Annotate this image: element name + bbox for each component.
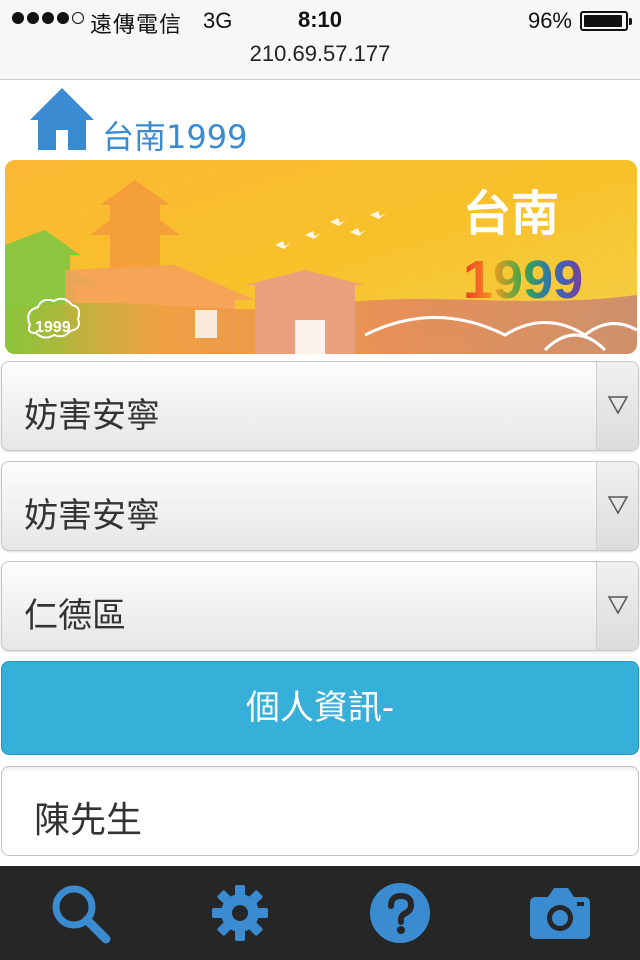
camera-icon — [530, 888, 590, 939]
battery-percent: 96% — [527, 8, 572, 33]
district-select[interactable]: 仁德區 — [1, 561, 639, 651]
url-bar[interactable]: 210.69.57.177 — [0, 40, 640, 80]
gear-icon — [212, 885, 268, 941]
battery-icon — [580, 11, 632, 31]
site-title: 台南1999 — [102, 118, 248, 156]
name-field-value: 陳先生 — [34, 800, 143, 841]
category-select[interactable]: 妨害安寧 — [1, 361, 639, 451]
search-icon — [52, 885, 111, 944]
badge-1999-text: 1999 — [35, 319, 71, 336]
status-bar: 遠傳電信 3G 8:10 96% — [0, 0, 640, 40]
home-icon — [30, 88, 94, 150]
subcategory-select[interactable]: 妨害安寧 — [1, 461, 639, 551]
tab-settings[interactable] — [160, 866, 320, 960]
personal-info-header[interactable]: 個人資訊- — [1, 661, 639, 755]
chevron-down-icon — [608, 396, 628, 414]
tab-search[interactable] — [0, 866, 160, 960]
category-select-value: 妨害安寧 — [24, 396, 160, 436]
category-select-arrow[interactable] — [596, 362, 638, 450]
banner-city-text: 台南 — [463, 186, 559, 242]
chevron-down-icon — [608, 596, 628, 614]
banner-image: 1999 台南 1999 — [5, 160, 637, 354]
home-button[interactable] — [28, 86, 96, 152]
tab-help[interactable] — [320, 866, 480, 960]
banner-number-text: 1999 — [463, 250, 583, 310]
personal-info-label: 個人資訊- — [245, 688, 395, 728]
tab-bar — [0, 866, 640, 960]
url-text: 210.69.57.177 — [249, 41, 391, 66]
subcategory-select-value: 妨害安寧 — [24, 496, 160, 536]
help-icon — [370, 883, 430, 943]
subcategory-select-arrow[interactable] — [596, 462, 638, 550]
chevron-down-icon — [608, 496, 628, 514]
name-field[interactable]: 陳先生 — [1, 766, 639, 856]
district-select-value: 仁德區 — [24, 596, 126, 636]
tab-camera[interactable] — [480, 866, 640, 960]
district-select-arrow[interactable] — [596, 562, 638, 650]
